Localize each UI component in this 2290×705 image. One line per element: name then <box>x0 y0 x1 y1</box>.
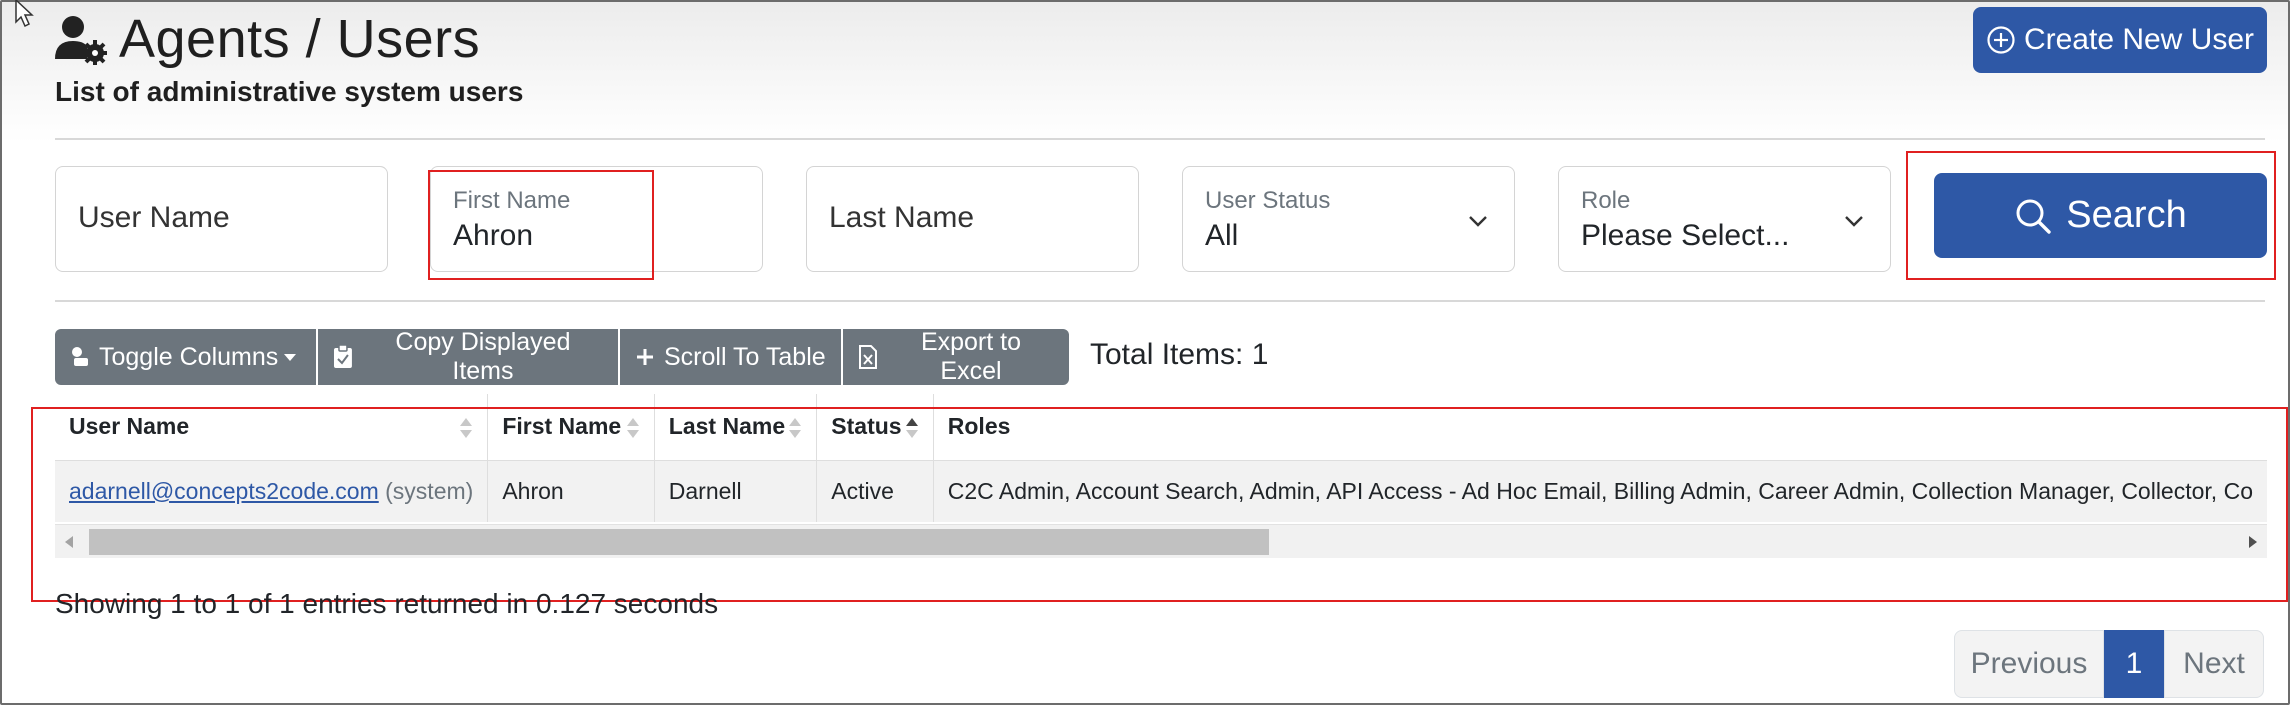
last-name-placeholder: Last Name <box>829 201 975 234</box>
page-header: Agents / Users <box>55 8 480 70</box>
mouse-cursor-icon <box>15 0 34 28</box>
toggle-columns-label: Toggle Columns <box>99 342 279 371</box>
scroll-to-table-label: Scroll To Table <box>664 342 826 371</box>
highlight-table <box>31 407 2288 602</box>
user-status-label: User Status <box>1205 187 1331 214</box>
pagination: Previous 1 Next <box>1954 630 2264 698</box>
page-1-button[interactable]: 1 <box>2104 630 2164 698</box>
chevron-down-icon <box>1469 216 1487 227</box>
role-label: Role <box>1581 187 1631 214</box>
divider <box>55 138 2265 140</box>
copy-displayed-items-button[interactable]: Copy Displayed Items <box>318 328 618 385</box>
scroll-to-table-button[interactable]: Scroll To Table <box>620 329 841 385</box>
copy-displayed-items-label: Copy Displayed Items <box>395 328 571 385</box>
page-title: Agents / Users <box>119 9 481 69</box>
last-name-field[interactable]: Last Name <box>806 166 1139 272</box>
columns-toggle-icon <box>72 347 88 366</box>
excel-file-icon <box>858 345 877 369</box>
caret-down-icon <box>284 354 297 361</box>
previous-page-button[interactable]: Previous <box>1954 630 2104 698</box>
user-name-field[interactable]: User Name <box>55 166 388 272</box>
user-status-value: All <box>1205 219 1239 252</box>
divider <box>55 300 2265 302</box>
user-status-select[interactable]: User Status All <box>1182 166 1515 272</box>
export-to-excel-label: Export to Excel <box>920 328 1022 385</box>
create-new-user-label: Create New User <box>2023 23 2255 56</box>
user-name-placeholder: User Name <box>78 201 230 234</box>
role-select[interactable]: Role Please Select... <box>1558 166 1891 272</box>
page-subtitle: List of administrative system users <box>55 76 524 107</box>
highlight-search <box>1906 151 2276 280</box>
role-value: Please Select... <box>1581 219 1790 252</box>
table-toolbar: Toggle Columns Copy Displayed Items Scro… <box>55 328 1069 385</box>
next-page-button[interactable]: Next <box>2164 630 2264 698</box>
total-items: Total Items: 1 <box>1090 338 1269 371</box>
export-to-excel-button[interactable]: Export to Excel <box>843 328 1069 385</box>
toggle-columns-button[interactable]: Toggle Columns <box>55 329 316 385</box>
plus-icon <box>637 349 653 365</box>
user-gear-icon <box>55 16 107 65</box>
plus-circle-icon <box>1987 26 2015 54</box>
chevron-down-icon <box>1845 216 1863 227</box>
clipboard-icon <box>333 345 352 368</box>
entries-info: Showing 1 to 1 of 1 entries returned in … <box>55 588 719 619</box>
highlight-first-name <box>428 170 654 280</box>
create-new-user-button[interactable]: Create New User <box>1973 7 2267 73</box>
